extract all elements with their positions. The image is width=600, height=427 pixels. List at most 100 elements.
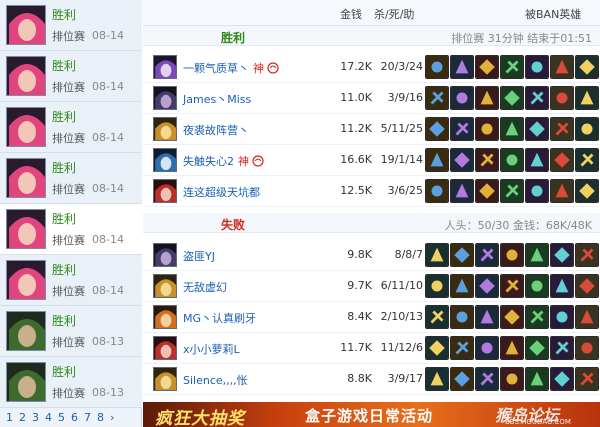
match-history-item[interactable]: 胜利 排位赛 08-13 [0, 357, 142, 408]
item-icon[interactable] [450, 336, 474, 360]
item-icon[interactable] [525, 86, 549, 110]
item-icon[interactable] [500, 148, 524, 172]
item-icon[interactable] [450, 55, 474, 79]
item-icon[interactable] [475, 179, 499, 203]
page-link[interactable]: 5 [58, 411, 65, 424]
orange-champion-icon[interactable] [153, 305, 177, 329]
gold-champion-icon[interactable] [153, 117, 177, 141]
item-icon[interactable] [525, 336, 549, 360]
item-icon[interactable] [425, 179, 449, 203]
item-icon[interactable] [450, 148, 474, 172]
item-icon[interactable] [525, 148, 549, 172]
match-history-item[interactable]: 胜利 排位赛 08-13 [0, 306, 142, 357]
item-icon[interactable] [500, 179, 524, 203]
purple-champion-icon[interactable] [153, 55, 177, 79]
item-icon[interactable] [425, 117, 449, 141]
player-name[interactable]: MG丶认真刷牙 [183, 312, 256, 325]
item-icon[interactable] [525, 367, 549, 391]
item-icon[interactable] [500, 86, 524, 110]
item-icon[interactable] [450, 179, 474, 203]
item-icon[interactable] [425, 336, 449, 360]
item-icon[interactable] [550, 274, 574, 298]
item-icon[interactable] [475, 55, 499, 79]
item-icon[interactable] [575, 179, 599, 203]
item-icon[interactable] [450, 274, 474, 298]
player-name[interactable]: 盗匪YJ [183, 250, 215, 263]
item-icon[interactable] [500, 117, 524, 141]
page-link[interactable]: 6 [71, 411, 78, 424]
item-icon[interactable] [525, 243, 549, 267]
item-icon[interactable] [550, 367, 574, 391]
item-icon[interactable] [500, 274, 524, 298]
page-link[interactable]: 3 [32, 411, 39, 424]
item-icon[interactable] [450, 305, 474, 329]
item-icon[interactable] [450, 243, 474, 267]
match-history-item[interactable]: 胜利 排位赛 08-14 [0, 102, 142, 153]
item-icon[interactable] [425, 148, 449, 172]
blue-champion-icon[interactable] [153, 148, 177, 172]
item-icon[interactable] [500, 243, 524, 267]
match-history-item[interactable]: 胜利 排位赛 08-14 [0, 51, 142, 102]
page-link[interactable]: 1 [6, 411, 13, 424]
item-icon[interactable] [550, 336, 574, 360]
item-icon[interactable] [575, 274, 599, 298]
item-icon[interactable] [525, 305, 549, 329]
item-icon[interactable] [575, 305, 599, 329]
item-icon[interactable] [450, 117, 474, 141]
event-banner[interactable]: 疯狂大抽奖 盒子游戏日常活动 猴岛论坛 BBS.HOUDAO.COM [143, 402, 600, 427]
item-icon[interactable] [575, 367, 599, 391]
match-history-item[interactable]: 胜利 排位赛 08-14 [0, 153, 142, 204]
banned-heroes-header[interactable]: 被BAN英雄 [525, 6, 581, 22]
item-icon[interactable] [425, 305, 449, 329]
match-history-item[interactable]: 胜利 排位赛 08-14 [0, 204, 143, 255]
page-link[interactable]: 8 [97, 411, 104, 424]
next-page-link[interactable]: › [110, 411, 114, 424]
item-icon[interactable] [500, 305, 524, 329]
item-icon[interactable] [525, 55, 549, 79]
item-icon[interactable] [425, 274, 449, 298]
item-icon[interactable] [425, 243, 449, 267]
page-link[interactable]: 4 [45, 411, 52, 424]
player-name[interactable]: 一颗气质草丶 [183, 62, 249, 75]
player-name[interactable]: 夜裘故阵营丶 [183, 124, 249, 137]
item-icon[interactable] [575, 243, 599, 267]
item-icon[interactable] [550, 117, 574, 141]
item-icon[interactable] [475, 367, 499, 391]
item-icon[interactable] [475, 274, 499, 298]
player-name[interactable]: 无敌虚幻 [183, 281, 227, 294]
item-icon[interactable] [475, 336, 499, 360]
dark-champion-icon[interactable] [153, 86, 177, 110]
item-icon[interactable] [425, 367, 449, 391]
item-icon[interactable] [500, 336, 524, 360]
red-champion-icon[interactable] [153, 179, 177, 203]
item-icon[interactable] [500, 367, 524, 391]
item-icon[interactable] [475, 243, 499, 267]
player-name[interactable]: Silence,,,,怅 [183, 374, 248, 387]
item-icon[interactable] [500, 55, 524, 79]
item-icon[interactable] [550, 148, 574, 172]
gold-champion-icon[interactable] [153, 274, 177, 298]
item-icon[interactable] [450, 86, 474, 110]
item-icon[interactable] [525, 274, 549, 298]
page-link[interactable]: 7 [84, 411, 91, 424]
dark-champion-icon[interactable] [153, 243, 177, 267]
page-link[interactable]: 2 [19, 411, 26, 424]
item-icon[interactable] [450, 367, 474, 391]
item-icon[interactable] [575, 117, 599, 141]
item-icon[interactable] [525, 179, 549, 203]
item-icon[interactable] [550, 305, 574, 329]
item-icon[interactable] [550, 179, 574, 203]
item-icon[interactable] [575, 55, 599, 79]
item-icon[interactable] [475, 148, 499, 172]
player-name[interactable]: 连这超级天坑都 [183, 186, 260, 199]
item-icon[interactable] [550, 243, 574, 267]
item-icon[interactable] [575, 86, 599, 110]
item-icon[interactable] [475, 305, 499, 329]
match-history-item[interactable]: 胜利 排位赛 08-14 [0, 255, 142, 306]
item-icon[interactable] [525, 117, 549, 141]
match-history-item[interactable]: 胜利 排位赛 08-14 [0, 0, 142, 51]
item-icon[interactable] [425, 86, 449, 110]
gold-champion-icon[interactable] [153, 367, 177, 391]
item-icon[interactable] [550, 86, 574, 110]
player-name[interactable]: x小小萝莉L [183, 343, 240, 356]
